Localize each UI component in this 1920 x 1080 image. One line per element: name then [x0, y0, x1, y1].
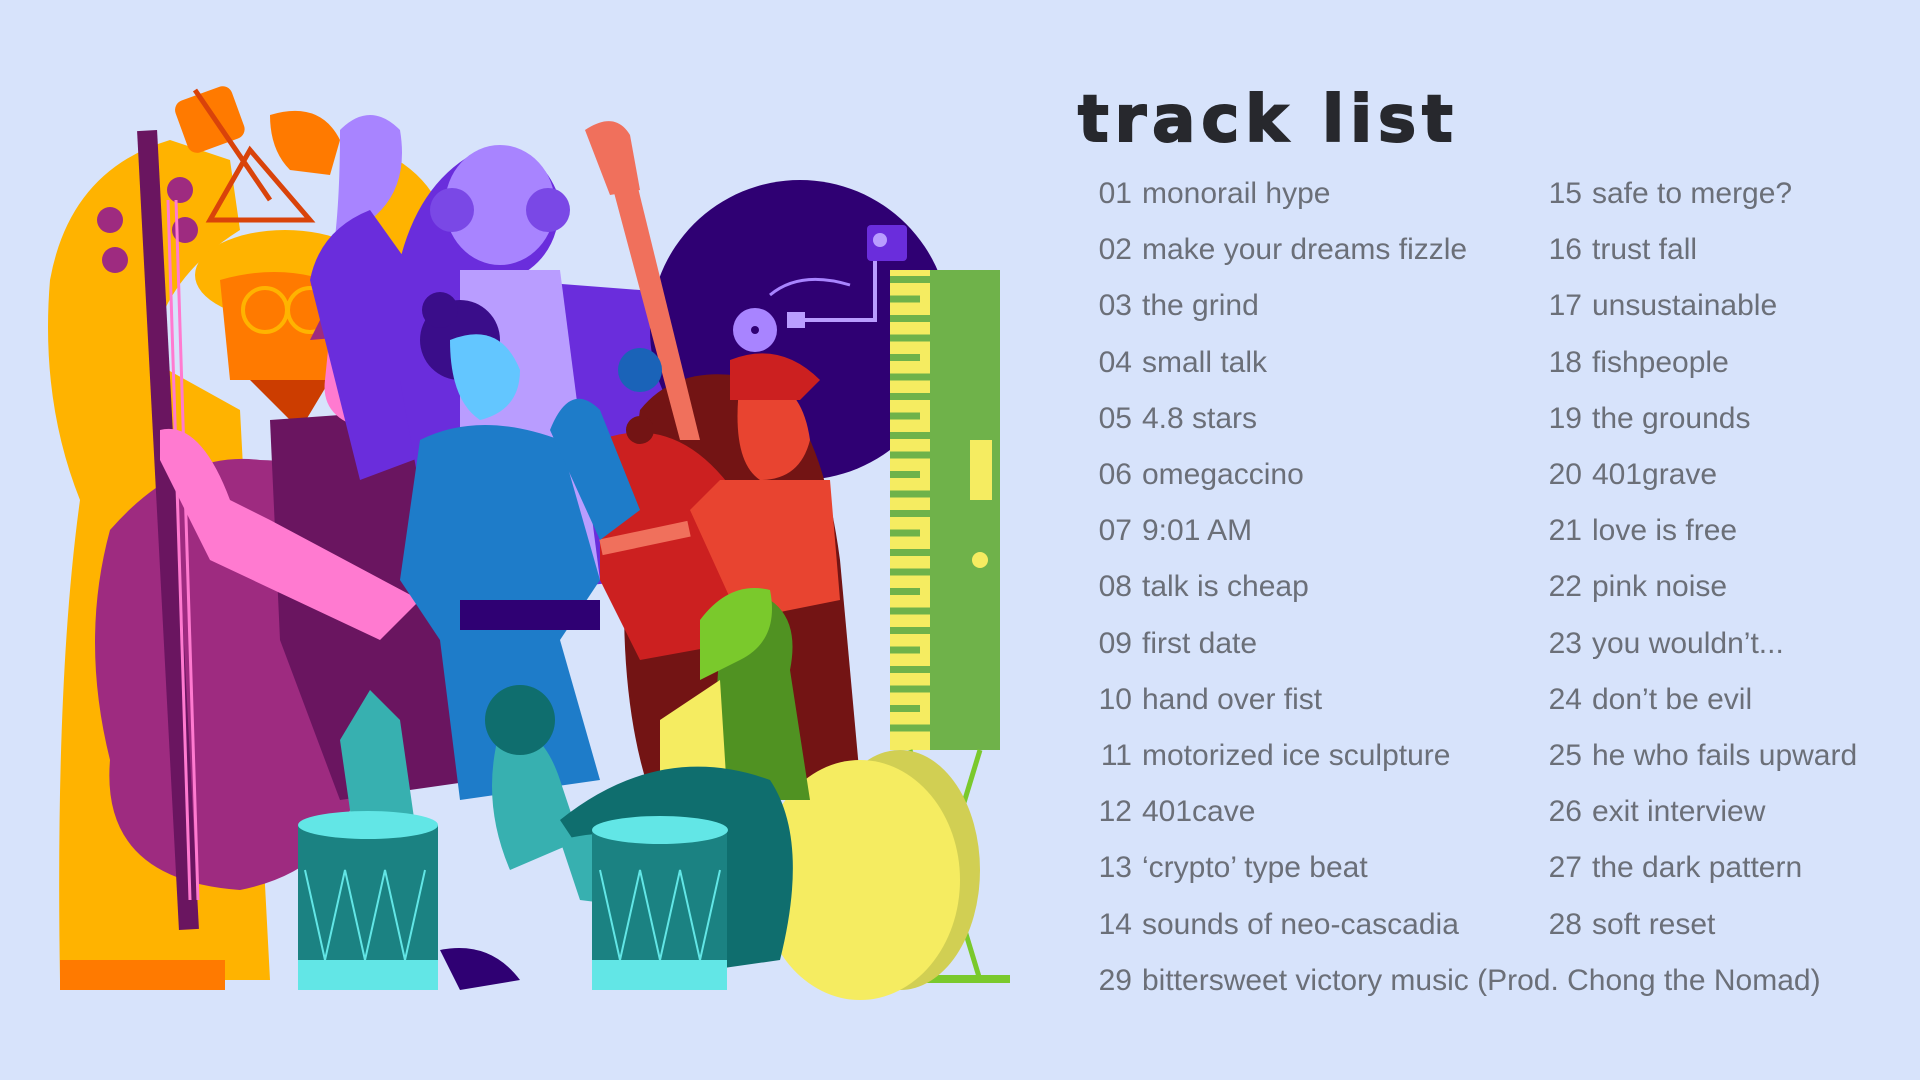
track-number: 12	[1098, 795, 1132, 829]
track-number: 20	[1548, 458, 1582, 491]
track-title: 401grave	[1592, 458, 1718, 491]
track-number: 03	[1098, 289, 1132, 323]
keyboard-key	[890, 276, 935, 283]
keyboard-key	[890, 607, 935, 615]
keyboard-key	[890, 432, 935, 439]
track-title: he who fails upward	[1592, 739, 1858, 772]
track-title: pink noise	[1592, 570, 1728, 604]
track-number: 28	[1548, 907, 1582, 941]
track-title: motorized ice sculpture	[1142, 739, 1451, 772]
track-number: 23	[1548, 626, 1582, 660]
page-title: track list	[1077, 83, 1459, 157]
keyboard-key	[890, 315, 935, 322]
track-number: 07	[1098, 514, 1132, 548]
track-title: you wouldn’t...	[1592, 626, 1784, 660]
track-title: small talk	[1142, 345, 1268, 379]
track-title: trust fall	[1592, 233, 1698, 267]
keyboard-key	[890, 666, 935, 673]
keyboard-key	[890, 568, 935, 576]
track-number: 13	[1098, 851, 1132, 885]
track-number: 18	[1548, 345, 1582, 379]
keyboard-key	[890, 588, 920, 595]
track-number: 21	[1548, 514, 1582, 548]
track-title: bittersweet victory music (Prod. Chong t…	[1142, 963, 1821, 997]
keyboard-key	[890, 471, 920, 478]
track-title: soft reset	[1592, 907, 1716, 941]
track-title: exit interview	[1592, 795, 1766, 829]
track-number: 10	[1098, 682, 1132, 716]
keyboard-key	[890, 334, 935, 342]
track-title: unsustainable	[1592, 289, 1778, 323]
keyboard-key	[890, 724, 935, 732]
track-number: 11	[1100, 739, 1132, 772]
track-number: 16	[1548, 233, 1582, 267]
track-title: fishpeople	[1592, 345, 1729, 379]
keyboard-key	[890, 705, 920, 712]
keyboard-key	[890, 451, 935, 459]
track-number: 15	[1548, 177, 1582, 210]
track-number: 01	[1098, 177, 1132, 210]
track-title: talk is cheap	[1142, 570, 1309, 604]
track-title: omegaccino	[1142, 458, 1304, 491]
track-title: monorail hype	[1142, 177, 1331, 210]
track-title: love is free	[1592, 514, 1738, 548]
track-title: don’t be evil	[1592, 682, 1753, 716]
track-title: hand over fist	[1142, 682, 1323, 716]
track-number: 27	[1548, 851, 1582, 885]
keyboard-key	[890, 393, 935, 400]
keyboard-key	[890, 373, 935, 381]
track-number: 26	[1548, 795, 1582, 829]
track-number: 14	[1098, 907, 1132, 941]
track-number: 22	[1548, 570, 1582, 604]
track-number: 08	[1098, 570, 1132, 604]
track-title: safe to merge?	[1592, 177, 1793, 210]
keyboard-key	[890, 549, 935, 556]
keyboard-key	[890, 627, 935, 634]
keyboard-key	[890, 490, 935, 498]
track-title: first date	[1142, 626, 1258, 660]
track-title: the dark pattern	[1592, 851, 1803, 885]
track-title: sounds of neo-cascadia	[1142, 907, 1459, 941]
track-number: 09	[1098, 626, 1132, 660]
track-title: ‘crypto’ type beat	[1142, 851, 1368, 885]
keyboard-key	[890, 412, 920, 420]
track-title: 401cave	[1142, 795, 1256, 829]
track-number: 25	[1548, 739, 1582, 772]
keyboard-key	[890, 646, 920, 654]
track-number: 05	[1098, 401, 1132, 435]
track-title: the grind	[1142, 289, 1259, 323]
track-number: 19	[1548, 401, 1582, 435]
track-title: 9:01 AM	[1142, 514, 1253, 548]
track-title: 4.8 stars	[1142, 401, 1258, 435]
track-number: 17	[1548, 289, 1582, 323]
track-number: 02	[1098, 233, 1132, 267]
keyboard-key	[890, 510, 935, 517]
track-title: make your dreams fizzle	[1142, 233, 1468, 267]
track-number: 04	[1098, 345, 1132, 379]
keyboard-key	[890, 354, 920, 361]
keyboard-key	[890, 685, 935, 693]
keyboard-key	[890, 295, 920, 303]
track-title: the grounds	[1592, 401, 1751, 435]
track-number: 24	[1548, 682, 1582, 716]
keyboard-key	[890, 529, 920, 537]
band-illustration	[48, 86, 1010, 1000]
track-number: 29	[1098, 963, 1132, 997]
track-number: 06	[1098, 458, 1132, 491]
